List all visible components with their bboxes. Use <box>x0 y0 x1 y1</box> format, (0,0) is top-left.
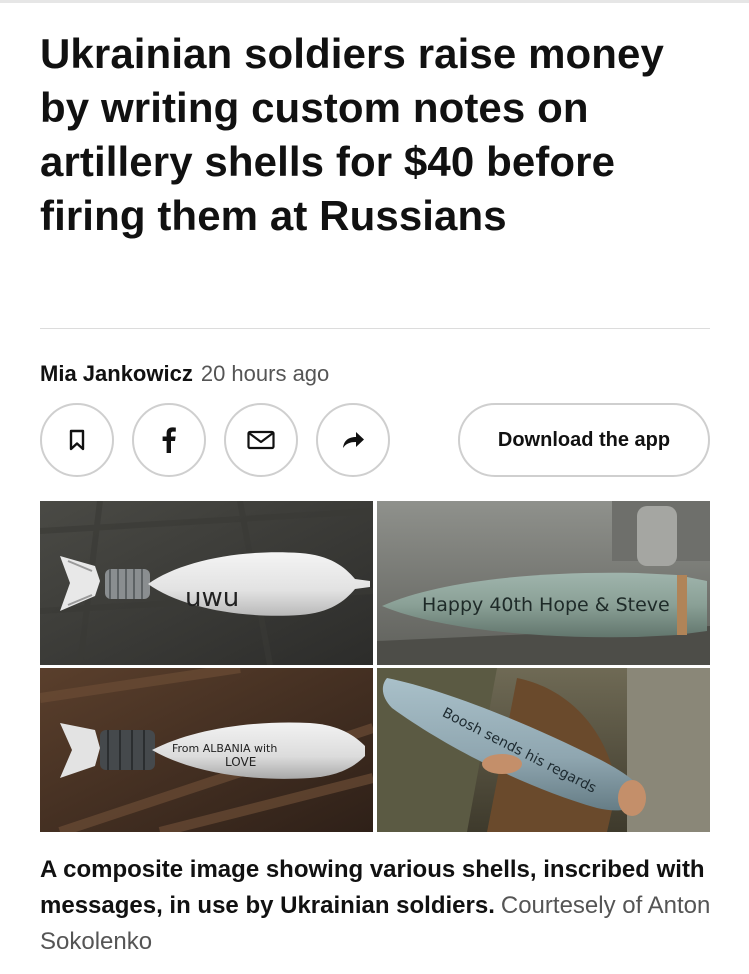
shell-note-albania-line1: From ALBANIA with <box>172 742 277 755</box>
facebook-icon <box>162 427 176 453</box>
photo-shell-albania: From ALBANIA with LOVE <box>40 668 373 832</box>
top-rule <box>0 0 749 3</box>
author-name[interactable]: Mia Jankowicz <box>40 361 193 386</box>
photo-caption: A composite image showing various shells… <box>40 852 720 960</box>
headline-divider <box>40 328 710 329</box>
share-button[interactable] <box>316 403 390 477</box>
photo-shell-happy-40th: Happy 40th Hope & Steve <box>377 501 710 665</box>
publish-time: 20 hours ago <box>200 361 330 386</box>
email-share-button[interactable] <box>224 403 298 477</box>
photo-shell-boosh: Boosh sends his regards <box>377 668 710 832</box>
download-app-button[interactable]: Download the app <box>458 403 710 477</box>
shell-note-albania-line2: LOVE <box>225 755 256 769</box>
article-headline: Ukrainian soldiers raise money by writin… <box>40 30 664 239</box>
photo-shell-uwu: uwu <box>40 501 373 665</box>
email-icon <box>247 430 275 450</box>
shell-note-uwu: uwu <box>185 583 239 613</box>
byline: Mia Jankowicz 20 hours ago <box>40 360 329 388</box>
bookmark-icon <box>69 429 85 451</box>
shell-note-happy-40th: Happy 40th Hope & Steve <box>422 594 670 616</box>
share-icon <box>343 432 364 448</box>
bookmark-button[interactable] <box>40 403 114 477</box>
facebook-share-button[interactable] <box>132 403 206 477</box>
